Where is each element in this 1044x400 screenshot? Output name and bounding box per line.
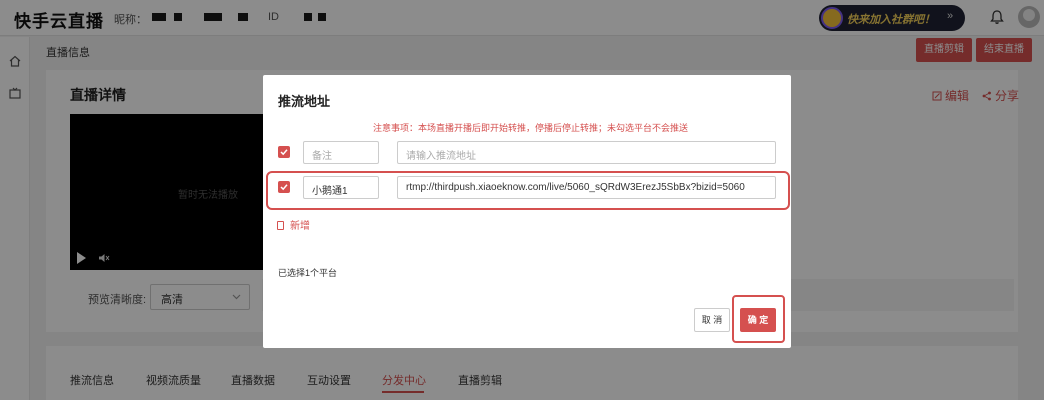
cancel-button[interactable]: 取 消 [694, 308, 730, 332]
add-row-button[interactable]: 新增 [277, 217, 310, 232]
dialog-title: 推流地址 [278, 94, 331, 109]
row-1-checkbox[interactable] [278, 146, 290, 158]
row-2-highlight [266, 171, 790, 210]
add-row-label: 新增 [290, 221, 310, 232]
push-address-dialog: 推流地址 注意事项：本场直播开播后即开始转推，停播后停止转推；未勾选平台不会推送… [263, 75, 791, 348]
row-1-note-input[interactable]: 备注 [303, 141, 379, 164]
row-1-url-placeholder: 请输入推流地址 [406, 151, 476, 162]
check-icon [280, 149, 288, 156]
row-1-url-input[interactable]: 请输入推流地址 [397, 141, 776, 164]
confirm-button-highlight [732, 295, 785, 343]
notice-text: 注意事项：本场直播开播后即开始转推，停播后停止转推；未勾选平台不会推送 [373, 123, 689, 133]
row-1-note-placeholder: 备注 [312, 151, 332, 162]
add-file-icon [277, 221, 284, 230]
selected-count-text: 已选择1个平台 [278, 268, 338, 278]
